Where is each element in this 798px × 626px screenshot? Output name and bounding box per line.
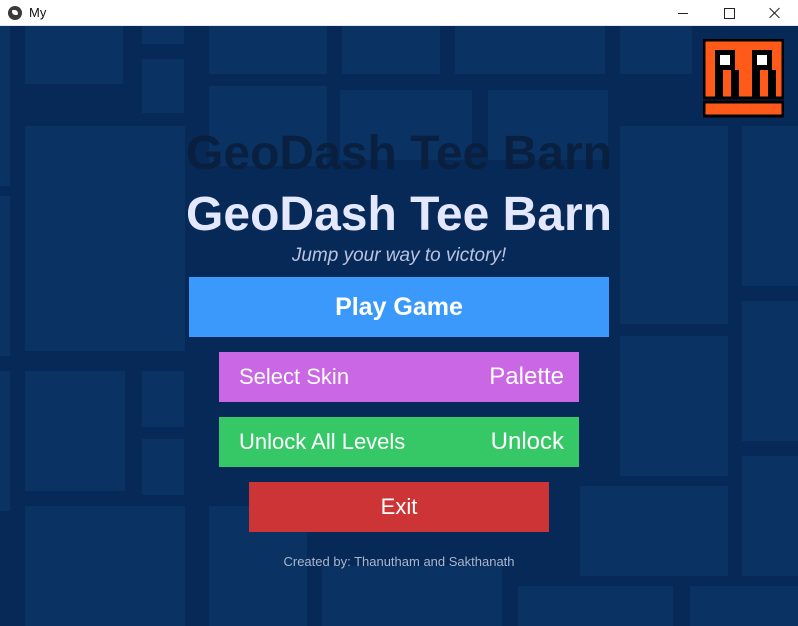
background-tile xyxy=(518,586,673,626)
maximize-button[interactable] xyxy=(706,0,752,26)
game-canvas: GeoDash Tee Barn GeoDash Tee Barn Jump y… xyxy=(0,26,798,626)
geometry-dash-cube-face-icon xyxy=(703,39,784,118)
background-tile xyxy=(142,439,184,495)
background-tile xyxy=(322,566,502,626)
play-game-label: Play Game xyxy=(335,292,463,321)
title-shadow: GeoDash Tee Barn xyxy=(186,127,612,180)
background-tile xyxy=(142,26,184,44)
background-tile xyxy=(620,336,728,476)
window-title: My xyxy=(29,5,47,20)
app-icon xyxy=(8,5,22,20)
background-tile xyxy=(455,26,605,74)
background-tile xyxy=(209,26,327,74)
background-tile xyxy=(342,26,440,74)
window-controls xyxy=(660,0,798,26)
unlock-label: Unlock xyxy=(490,428,564,455)
window-titlebar: My xyxy=(0,0,798,26)
close-icon xyxy=(769,7,781,19)
close-button[interactable] xyxy=(752,0,798,26)
background-tile xyxy=(142,371,184,427)
unlock-all-levels-label: Unlock All Levels xyxy=(239,429,406,454)
select-skin-button[interactable]: Select Skin Palette xyxy=(219,352,579,402)
background-tile xyxy=(742,301,798,441)
maximize-icon xyxy=(723,7,735,19)
exit-label: Exit xyxy=(380,494,418,519)
background-tile xyxy=(25,371,125,491)
minimize-button[interactable] xyxy=(660,0,706,26)
unlock-all-levels-button[interactable]: Unlock All Levels Unlock xyxy=(219,417,579,467)
credits-text: Created by: Thanutham and Sakthanath xyxy=(283,554,515,569)
background-tile xyxy=(25,26,123,84)
background-tile xyxy=(620,26,692,74)
background-tile xyxy=(0,371,10,511)
exit-button[interactable]: Exit xyxy=(249,482,549,532)
game-title: GeoDash Tee Barn xyxy=(186,188,612,241)
play-game-button[interactable]: Play Game xyxy=(189,277,609,337)
background-tile xyxy=(690,586,798,626)
select-skin-label: Select Skin xyxy=(239,364,350,389)
game-subtitle: Jump your way to victory! xyxy=(291,245,507,266)
background-tile xyxy=(142,59,184,113)
palette-label: Palette xyxy=(489,363,564,390)
minimize-icon xyxy=(678,12,688,14)
